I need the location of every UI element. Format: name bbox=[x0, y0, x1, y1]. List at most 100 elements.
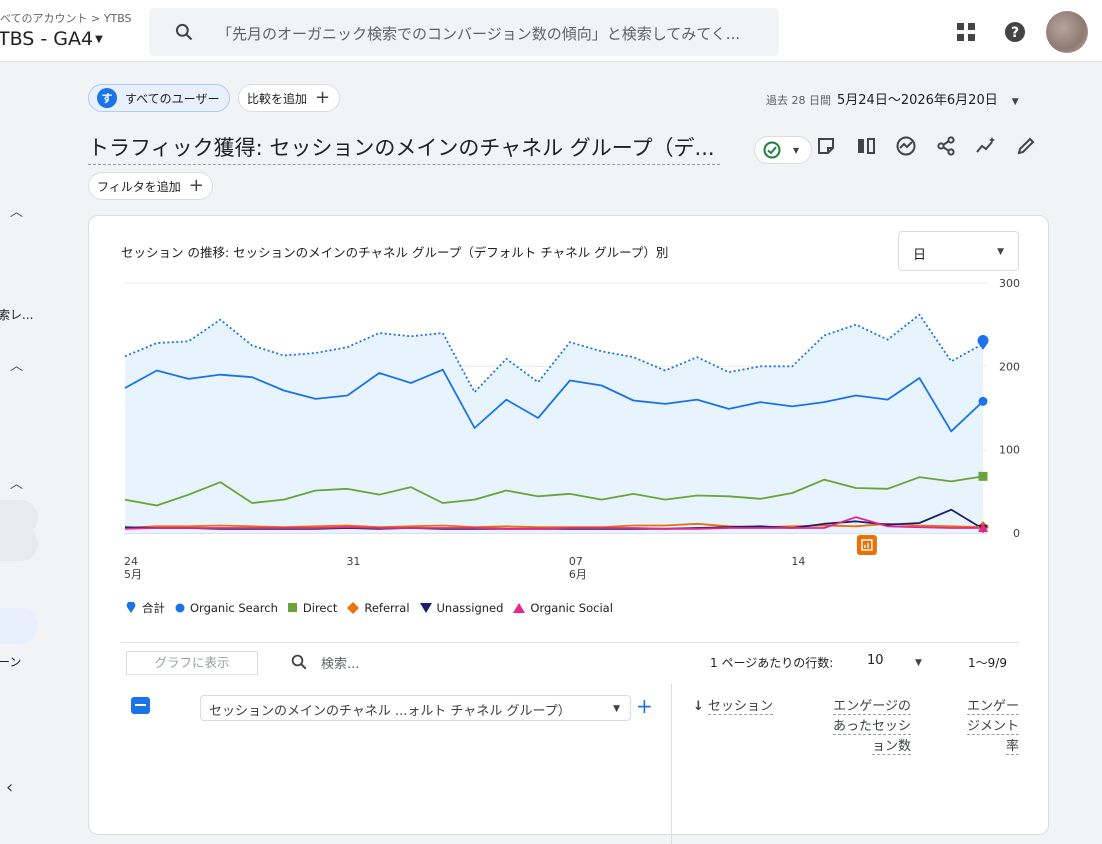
total-area bbox=[125, 314, 983, 533]
search-bar[interactable]: 「先月のオーガニック検索でのコンバージョン数の傾向」と検索してみてく... bbox=[149, 8, 779, 56]
x-tick-label: 31 bbox=[346, 555, 360, 568]
column-divider bbox=[671, 684, 672, 844]
rows-per-page-select[interactable]: 10 bbox=[867, 653, 884, 668]
legend-item-organic-social[interactable]: Organic Social bbox=[513, 600, 613, 616]
x-tick-month-label: 5月 bbox=[124, 568, 142, 581]
annotation-icon[interactable] bbox=[856, 535, 877, 555]
breadcrumb[interactable]: べてのアカウント > YTBS bbox=[0, 10, 132, 26]
divider bbox=[121, 642, 1019, 643]
legend-triangle-down-icon bbox=[419, 603, 432, 613]
sidebar-item-label[interactable]: 索レ... bbox=[0, 306, 33, 323]
apps-grid-icon[interactable] bbox=[957, 23, 975, 41]
dropdown-arrow-icon: ▼ bbox=[793, 146, 800, 155]
legend-label: Organic Search bbox=[190, 601, 278, 615]
share-icon[interactable] bbox=[935, 135, 957, 157]
plot-rows-button[interactable]: グラフに表示 bbox=[126, 651, 258, 675]
dropdown-arrow-icon[interactable]: ▼ bbox=[915, 658, 922, 668]
column-label-line: あったセッシ bbox=[832, 719, 911, 735]
y-tick-label: 200 bbox=[999, 360, 1020, 373]
chart-legend: 合計 Organic Search Direct Referral Unassi… bbox=[125, 600, 613, 616]
legend-square-icon bbox=[287, 603, 297, 612]
chart-title: セッション の推移: セッションのメインのチャネル グループ（デフォルト チャネ… bbox=[121, 245, 669, 260]
line-chart: 300 200 100 0 245月 31 076月 14 bbox=[124, 277, 1020, 581]
legend-item-total[interactable]: 合計 bbox=[125, 600, 165, 616]
search-icon bbox=[291, 654, 307, 670]
search-placeholder: 「先月のオーガニック検索でのコンバージョン数の傾向」と検索してみてく... bbox=[217, 25, 741, 43]
legend-item-referral[interactable]: Referral bbox=[347, 600, 410, 616]
column-label-line: ジメント bbox=[966, 719, 1019, 735]
column-label: セッション bbox=[708, 699, 774, 715]
segment-avatar-icon: す bbox=[97, 88, 117, 108]
column-header-engagement-rate[interactable]: エンゲー ジメント 率 bbox=[961, 697, 1019, 757]
legend-item-direct[interactable]: Direct bbox=[287, 600, 338, 616]
rows-per-page-label: 1 ページあたりの行数: bbox=[710, 656, 834, 670]
chevron-up-icon[interactable]: ︿ bbox=[10, 473, 23, 492]
legend-triangle-up-icon bbox=[513, 603, 526, 613]
insights-icon[interactable] bbox=[895, 135, 917, 157]
legend-label: Unassigned bbox=[436, 601, 504, 615]
x-tick-label: 07 bbox=[569, 555, 583, 568]
help-icon[interactable]: ? bbox=[1004, 21, 1026, 43]
select-all-checkbox[interactable] bbox=[131, 697, 150, 714]
legend-label: Organic Social bbox=[530, 601, 613, 615]
column-label-line: 率 bbox=[1005, 739, 1019, 755]
y-tick-label: 0 bbox=[1013, 527, 1020, 540]
direct-end-marker bbox=[978, 471, 988, 481]
dropdown-arrow-icon: ▼ bbox=[997, 247, 1004, 257]
property-name: TBS - GA4 bbox=[0, 28, 94, 50]
check-circle-icon bbox=[763, 141, 781, 159]
top-app-bar: べてのアカウント > YTBS TBS - GA4 ▼ 「先月のオーガニック検索で… bbox=[0, 0, 1102, 62]
compare-columns-icon[interactable] bbox=[855, 135, 877, 157]
x-tick-label: 14 bbox=[791, 555, 805, 568]
all-users-chip[interactable]: す すべてのユーザー bbox=[88, 84, 230, 112]
dropdown-arrow-icon: ▼ bbox=[1011, 97, 1019, 107]
chevron-up-icon[interactable]: ︿ bbox=[10, 201, 23, 220]
edit-pencil-icon[interactable] bbox=[1015, 135, 1037, 157]
column-label-line: ョン数 bbox=[871, 739, 911, 755]
add-filter-label: フィルタを追加 bbox=[97, 179, 181, 194]
dimension-label: セッションのメインのチャネル ...ォルト チャネル グループ） bbox=[209, 704, 571, 719]
search-icon bbox=[175, 23, 193, 41]
date-range: 5月24日～2026年6月20日 bbox=[837, 93, 998, 108]
explore-sparkle-icon[interactable] bbox=[975, 135, 997, 157]
y-tick-label: 300 bbox=[999, 277, 1020, 290]
add-comparison-button[interactable]: 比較を追加 + bbox=[238, 84, 340, 112]
x-tick-label: 24 bbox=[124, 555, 138, 568]
date-range-picker[interactable]: 過去 28 日間 5月24日～2026年6月20日 ▼ bbox=[766, 89, 1019, 108]
add-filter-button[interactable]: フィルタを追加 + bbox=[88, 172, 213, 200]
x-tick-month-label: 6月 bbox=[569, 568, 587, 581]
granularity-value: 日 bbox=[913, 248, 927, 263]
column-label-line: エンゲージの bbox=[833, 699, 911, 715]
legend-label: Direct bbox=[302, 601, 338, 615]
sidebar-item-active[interactable] bbox=[0, 608, 38, 644]
add-dimension-button[interactable]: + bbox=[636, 694, 653, 718]
add-comparison-label: 比較を追加 bbox=[247, 91, 308, 106]
column-header-sessions[interactable]: ↓ セッション bbox=[693, 697, 774, 717]
table-search-input[interactable]: 検索... bbox=[321, 653, 359, 672]
dimension-select[interactable]: セッションのメインのチャネル ...ォルト チャネル グループ） ▼ bbox=[200, 695, 631, 721]
plus-icon: + bbox=[188, 175, 204, 196]
caret-down-icon: ▼ bbox=[95, 34, 103, 45]
plus-icon: + bbox=[315, 87, 331, 108]
property-selector[interactable]: TBS - GA4 ▼ bbox=[0, 28, 103, 50]
legend-item-unassigned[interactable]: Unassigned bbox=[419, 600, 504, 616]
granularity-select[interactable]: 日 ▼ bbox=[898, 231, 1019, 271]
legend-item-organic-search[interactable]: Organic Search bbox=[175, 600, 278, 616]
account-avatar[interactable] bbox=[1046, 11, 1088, 53]
note-icon[interactable] bbox=[815, 135, 837, 157]
chevron-up-icon[interactable]: ︿ bbox=[10, 355, 23, 374]
status-selector[interactable]: ▼ bbox=[754, 136, 812, 164]
collapse-chevron-icon[interactable]: ‹ bbox=[6, 777, 13, 798]
organic-search-end-marker bbox=[978, 396, 988, 406]
legend-label: Referral bbox=[364, 601, 410, 615]
date-prefix: 過去 28 日間 bbox=[766, 94, 831, 107]
sidebar-item-label[interactable]: ーン bbox=[0, 653, 21, 670]
pagination-info: 1～9/9 bbox=[968, 656, 1007, 670]
dropdown-arrow-icon: ▼ bbox=[613, 704, 620, 714]
y-tick-label: 100 bbox=[999, 444, 1020, 457]
sidebar-item[interactable] bbox=[0, 500, 38, 536]
page-title: トラフィック獲得: セッションのメインのチャネル グループ（デ... bbox=[88, 132, 720, 165]
legend-diamond-icon bbox=[347, 602, 360, 614]
report-card: セッション の推移: セッションのメインのチャネル グループ（デフォルト チャネ… bbox=[88, 215, 1049, 844]
column-header-engaged-sessions[interactable]: エンゲージの あったセッシ ョン数 bbox=[827, 697, 911, 757]
